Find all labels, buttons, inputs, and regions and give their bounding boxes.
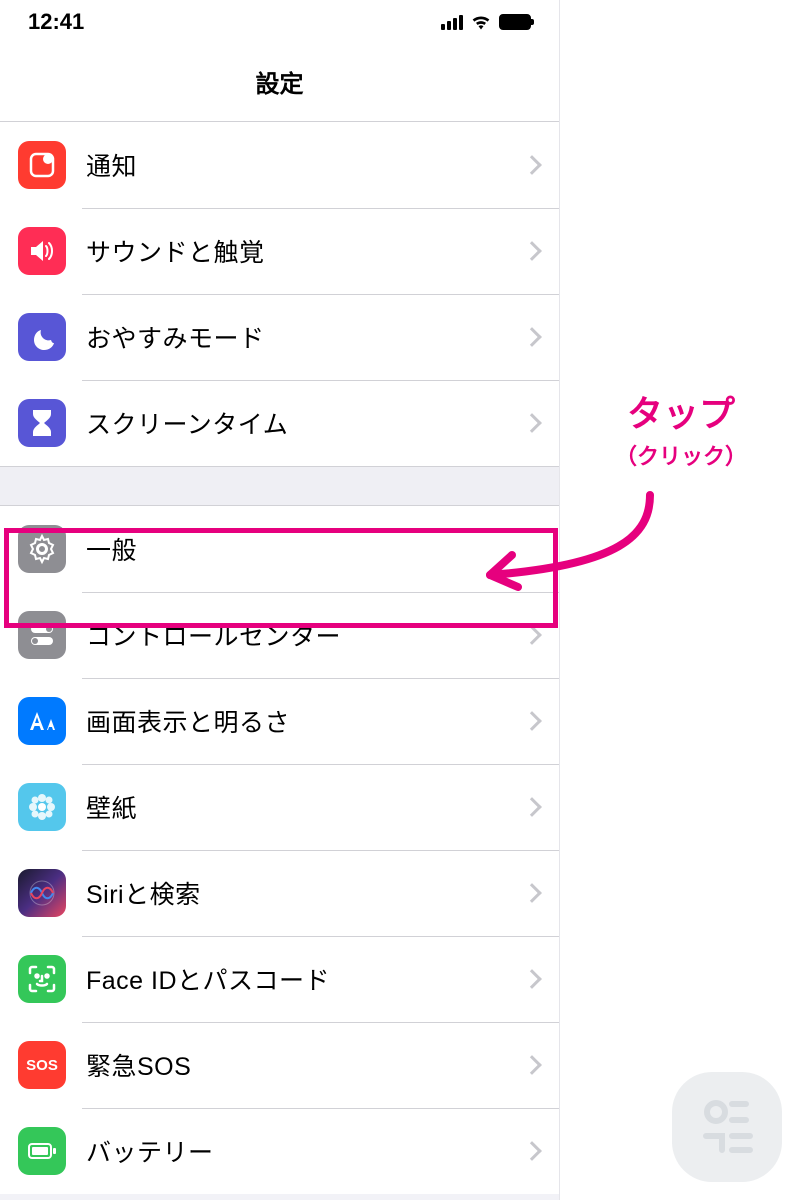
chevron-right-icon: [522, 969, 542, 989]
section-separator: [0, 466, 559, 506]
chevron-right-icon: [522, 1055, 542, 1075]
settings-row-general[interactable]: 一般: [0, 506, 559, 592]
gear-icon: [18, 525, 66, 573]
cellular-signal-icon: [441, 15, 463, 30]
settings-row-screentime[interactable]: スクリーンタイム: [0, 380, 559, 466]
settings-list: 通知サウンドと触覚おやすみモードスクリーンタイム一般コントロールセンター画面表示…: [0, 122, 559, 1194]
settings-row-control[interactable]: コントロールセンター: [0, 592, 559, 678]
row-label: Face IDとパスコード: [86, 961, 525, 997]
row-label: おやすみモード: [86, 319, 525, 355]
row-label: 緊急SOS: [86, 1047, 525, 1083]
row-label: バッテリー: [86, 1133, 525, 1169]
row-label: 一般: [86, 531, 539, 567]
notification-icon: [18, 141, 66, 189]
settings-screen: 12:41 設定 通知サウンドと触覚おやすみモードスクリーンタイム一般コントロー…: [0, 0, 560, 1200]
settings-section: 通知サウンドと触覚おやすみモードスクリーンタイム: [0, 122, 559, 466]
status-bar: 12:41: [0, 0, 559, 44]
tap-annotation: タップ （クリック）: [566, 385, 796, 471]
settings-row-dnd[interactable]: おやすみモード: [0, 294, 559, 380]
face-id-icon: [18, 955, 66, 1003]
battery-icon: [499, 14, 531, 30]
settings-row-wallpaper[interactable]: 壁紙: [0, 764, 559, 850]
settings-row-display[interactable]: 画面表示と明るさ: [0, 678, 559, 764]
row-label: 通知: [86, 147, 525, 183]
flower-icon: [18, 783, 66, 831]
settings-row-sos[interactable]: SOS 緊急SOS: [0, 1022, 559, 1108]
chevron-right-icon: [522, 711, 542, 731]
chevron-right-icon: [522, 155, 542, 175]
settings-row-siri[interactable]: Siriと検索: [0, 850, 559, 936]
chevron-right-icon: [522, 797, 542, 817]
sos-icon: SOS: [18, 1041, 66, 1089]
annotation-main: タップ: [566, 385, 796, 437]
row-label: コントロールセンター: [86, 617, 525, 653]
switches-icon: [18, 611, 66, 659]
status-time: 12:41: [28, 9, 84, 35]
status-icons: [441, 14, 531, 30]
watermark: [672, 1072, 782, 1182]
hourglass-icon: [18, 399, 66, 447]
chevron-right-icon: [522, 883, 542, 903]
chevron-right-icon: [522, 241, 542, 261]
chevron-right-icon: [522, 327, 542, 347]
settings-row-notifications[interactable]: 通知: [0, 122, 559, 208]
moon-icon: [18, 313, 66, 361]
settings-row-sounds[interactable]: サウンドと触覚: [0, 208, 559, 294]
row-label: 画面表示と明るさ: [86, 703, 525, 739]
chevron-right-icon: [522, 413, 542, 433]
chevron-right-icon: [522, 1141, 542, 1161]
settings-row-battery[interactable]: バッテリー: [0, 1108, 559, 1194]
text-size-icon: [18, 697, 66, 745]
wifi-icon: [471, 14, 491, 30]
siri-icon: [18, 869, 66, 917]
chevron-right-icon: [522, 625, 542, 645]
row-label: サウンドと触覚: [86, 233, 525, 269]
row-label: Siriと検索: [86, 875, 525, 911]
speaker-icon: [18, 227, 66, 275]
settings-section: 一般コントロールセンター画面表示と明るさ壁紙 Siriと検索 Face IDとパスコ…: [0, 506, 559, 1194]
settings-row-faceid[interactable]: Face IDとパスコード: [0, 936, 559, 1022]
row-label: スクリーンタイム: [86, 405, 525, 441]
battery-icon: [18, 1127, 66, 1175]
annotation-sub: （クリック）: [566, 439, 796, 471]
row-label: 壁紙: [86, 789, 525, 825]
page-title: 設定: [0, 44, 559, 122]
